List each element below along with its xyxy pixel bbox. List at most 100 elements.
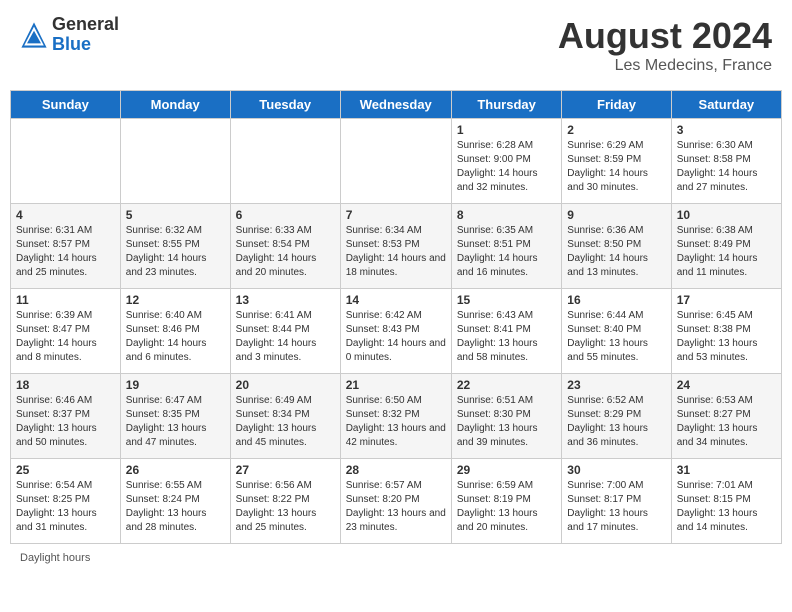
calendar-day-cell: 29Sunrise: 6:59 AM Sunset: 8:19 PM Dayli… <box>451 459 561 544</box>
calendar-day-cell: 12 Sunrise: 6:40 AM Sunset: 8:46 PM Dayli… <box>120 289 230 374</box>
day-info: Sunrise: 6:43 AM Sunset: 8:41 PM Dayligh… <box>457 309 556 365</box>
day-number: 21 <box>346 378 446 392</box>
day-number: 2 <box>567 123 665 137</box>
calendar-day-cell: 1 Sunrise: 6:28 AM Sunset: 9:00 PM Daylig… <box>451 119 561 204</box>
logo-general: General <box>52 15 119 35</box>
day-number: 13 <box>236 293 335 307</box>
day-number: 22 <box>457 378 556 392</box>
calendar-week-row: 4 Sunrise: 6:31 AM Sunset: 8:57 PM Daylig… <box>11 204 782 289</box>
day-info: Sunrise: 6:33 AM Sunset: 8:54 PM Dayligh… <box>236 224 335 280</box>
day-number: 24 <box>677 378 776 392</box>
day-info: Sunrise: 6:29 AM Sunset: 8:59 PM Dayligh… <box>567 139 665 195</box>
day-info: Sunrise: 6:55 AM Sunset: 8:24 PM Dayligh… <box>126 479 225 535</box>
day-number: 31 <box>677 463 776 477</box>
calendar-day-cell: 27Sunrise: 6:56 AM Sunset: 8:22 PM Dayli… <box>230 459 340 544</box>
calendar-day-cell: 3 Sunrise: 6:30 AM Sunset: 8:58 PM Daylig… <box>671 119 781 204</box>
day-number: 1 <box>457 123 556 137</box>
calendar-day-cell: 20Sunrise: 6:49 AM Sunset: 8:34 PM Dayli… <box>230 374 340 459</box>
calendar-day-cell: 13 Sunrise: 6:41 AM Sunset: 8:44 PM Dayli… <box>230 289 340 374</box>
day-number: 9 <box>567 208 665 222</box>
calendar-day-cell: 21 Sunrise: 6:50 AM Sunset: 8:32 PM Dayli… <box>340 374 451 459</box>
day-number: 3 <box>677 123 776 137</box>
day-info: Sunrise: 6:54 AM Sunset: 8:25 PM Dayligh… <box>16 479 115 535</box>
day-number: 30 <box>567 463 665 477</box>
calendar-day-cell: 30 Sunrise: 7:00 AM Sunset: 8:17 PM Dayli… <box>562 459 671 544</box>
calendar-day-cell: 19 Sunrise: 6:47 AM Sunset: 8:35 PM Dayli… <box>120 374 230 459</box>
day-number: 28 <box>346 463 446 477</box>
day-number: 10 <box>677 208 776 222</box>
day-info: Sunrise: 6:46 AM Sunset: 8:37 PM Dayligh… <box>16 394 115 450</box>
day-number: 7 <box>346 208 446 222</box>
calendar-day-cell: 4 Sunrise: 6:31 AM Sunset: 8:57 PM Daylig… <box>11 204 121 289</box>
day-info: Sunrise: 6:30 AM Sunset: 8:58 PM Dayligh… <box>677 139 776 195</box>
day-number: 11 <box>16 293 115 307</box>
day-info: Sunrise: 6:34 AM Sunset: 8:53 PM Dayligh… <box>346 224 446 280</box>
day-number: 15 <box>457 293 556 307</box>
day-number: 26 <box>126 463 225 477</box>
day-number: 6 <box>236 208 335 222</box>
calendar-day-cell: 26 Sunrise: 6:55 AM Sunset: 8:24 PM Dayli… <box>120 459 230 544</box>
calendar-week-row: 25 Sunrise: 6:54 AM Sunset: 8:25 PM Dayli… <box>11 459 782 544</box>
day-number: 19 <box>126 378 225 392</box>
calendar-day-header: Saturday <box>671 91 781 119</box>
calendar-day-cell: 31 Sunrise: 7:01 AM Sunset: 8:15 PM Dayli… <box>671 459 781 544</box>
day-number: 14 <box>346 293 446 307</box>
calendar-day-cell: 6 Sunrise: 6:33 AM Sunset: 8:54 PM Daylig… <box>230 204 340 289</box>
day-info: Sunrise: 6:42 AM Sunset: 8:43 PM Dayligh… <box>346 309 446 365</box>
day-info: Sunrise: 6:59 AM Sunset: 8:19 PM Dayligh… <box>457 479 556 535</box>
calendar-day-header: Friday <box>562 91 671 119</box>
month-year-title: August 2024 <box>558 15 772 57</box>
day-info: Sunrise: 6:44 AM Sunset: 8:40 PM Dayligh… <box>567 309 665 365</box>
calendar-day-cell: 22 Sunrise: 6:51 AM Sunset: 8:30 PM Dayli… <box>451 374 561 459</box>
day-info: Sunrise: 6:45 AM Sunset: 8:38 PM Dayligh… <box>677 309 776 365</box>
calendar-day-cell: 8Sunrise: 6:35 AM Sunset: 8:51 PM Daylig… <box>451 204 561 289</box>
day-info: Sunrise: 6:50 AM Sunset: 8:32 PM Dayligh… <box>346 394 446 450</box>
calendar-week-row: 11Sunrise: 6:39 AM Sunset: 8:47 PM Dayli… <box>11 289 782 374</box>
calendar-day-cell <box>120 119 230 204</box>
day-number: 25 <box>16 463 115 477</box>
day-info: Sunrise: 6:40 AM Sunset: 8:46 PM Dayligh… <box>126 309 225 365</box>
calendar-day-header: Thursday <box>451 91 561 119</box>
calendar-day-cell: 17 Sunrise: 6:45 AM Sunset: 8:38 PM Dayli… <box>671 289 781 374</box>
calendar-footer: Daylight hours <box>10 552 782 564</box>
calendar-day-cell: 24Sunrise: 6:53 AM Sunset: 8:27 PM Dayli… <box>671 374 781 459</box>
day-number: 4 <box>16 208 115 222</box>
logo: General Blue <box>20 15 119 55</box>
day-number: 17 <box>677 293 776 307</box>
calendar-day-cell <box>340 119 451 204</box>
day-info: Sunrise: 6:31 AM Sunset: 8:57 PM Dayligh… <box>16 224 115 280</box>
logo-icon <box>20 21 48 49</box>
calendar-day-cell: 18 Sunrise: 6:46 AM Sunset: 8:37 PM Dayli… <box>11 374 121 459</box>
day-info: Sunrise: 6:36 AM Sunset: 8:50 PM Dayligh… <box>567 224 665 280</box>
day-info: Sunrise: 6:47 AM Sunset: 8:35 PM Dayligh… <box>126 394 225 450</box>
day-info: Sunrise: 6:52 AM Sunset: 8:29 PM Dayligh… <box>567 394 665 450</box>
calendar-day-cell: 9 Sunrise: 6:36 AM Sunset: 8:50 PM Daylig… <box>562 204 671 289</box>
calendar-day-cell: 25 Sunrise: 6:54 AM Sunset: 8:25 PM Dayli… <box>11 459 121 544</box>
day-info: Sunrise: 6:38 AM Sunset: 8:49 PM Dayligh… <box>677 224 776 280</box>
day-info: Sunrise: 7:01 AM Sunset: 8:15 PM Dayligh… <box>677 479 776 535</box>
page-header: General Blue August 2024 Les Medecins, F… <box>10 10 782 80</box>
calendar-day-cell: 23Sunrise: 6:52 AM Sunset: 8:29 PM Dayli… <box>562 374 671 459</box>
day-number: 27 <box>236 463 335 477</box>
calendar-day-cell: 15 Sunrise: 6:43 AM Sunset: 8:41 PM Dayli… <box>451 289 561 374</box>
day-number: 5 <box>126 208 225 222</box>
calendar-day-header: Sunday <box>11 91 121 119</box>
day-info: Sunrise: 6:41 AM Sunset: 8:44 PM Dayligh… <box>236 309 335 365</box>
logo-text: General Blue <box>52 15 119 55</box>
day-info: Sunrise: 6:28 AM Sunset: 9:00 PM Dayligh… <box>457 139 556 195</box>
location-subtitle: Les Medecins, France <box>558 57 772 75</box>
calendar-day-cell: 14 Sunrise: 6:42 AM Sunset: 8:43 PM Dayli… <box>340 289 451 374</box>
title-block: August 2024 Les Medecins, France <box>558 15 772 75</box>
calendar-day-cell: 10 Sunrise: 6:38 AM Sunset: 8:49 PM Dayli… <box>671 204 781 289</box>
daylight-hours-label: Daylight hours <box>20 552 90 564</box>
calendar-day-header: Monday <box>120 91 230 119</box>
day-info: Sunrise: 7:00 AM Sunset: 8:17 PM Dayligh… <box>567 479 665 535</box>
day-number: 18 <box>16 378 115 392</box>
day-number: 12 <box>126 293 225 307</box>
day-number: 16 <box>567 293 665 307</box>
day-info: Sunrise: 6:32 AM Sunset: 8:55 PM Dayligh… <box>126 224 225 280</box>
calendar-day-cell: 2 Sunrise: 6:29 AM Sunset: 8:59 PM Daylig… <box>562 119 671 204</box>
calendar-week-row: 18 Sunrise: 6:46 AM Sunset: 8:37 PM Dayli… <box>11 374 782 459</box>
calendar-day-header: Tuesday <box>230 91 340 119</box>
day-info: Sunrise: 6:51 AM Sunset: 8:30 PM Dayligh… <box>457 394 556 450</box>
